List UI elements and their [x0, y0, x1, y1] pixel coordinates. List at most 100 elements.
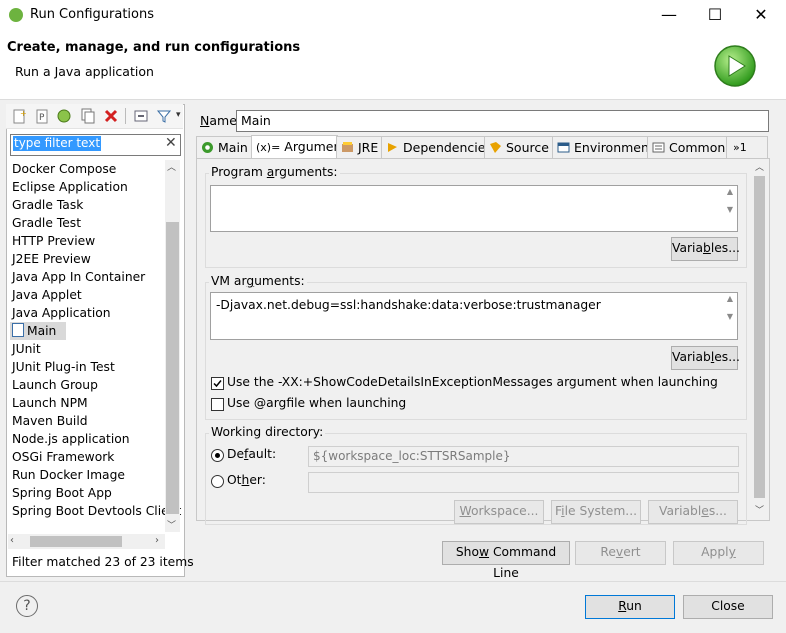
wd-variables-button[interactable]: Variables... [648, 500, 738, 524]
collapse-all-icon[interactable] [133, 108, 149, 124]
wd-other-label[interactable]: Other: [227, 473, 266, 487]
list-item[interactable]: Launch NPM [12, 394, 88, 412]
list-item[interactable]: J2EE Preview [12, 250, 91, 268]
run-icon [713, 44, 757, 88]
view-menu-chevron-icon[interactable]: ▾ [176, 110, 181, 120]
list-item[interactable]: Spring Boot App [12, 484, 112, 502]
list-item[interactable]: JUnit [12, 340, 41, 358]
tab-jre[interactable]: JRE [336, 136, 383, 159]
showcode-checkbox[interactable] [211, 377, 224, 390]
list-item[interactable]: Gradle Test [12, 214, 81, 232]
svg-text:P: P [39, 113, 45, 123]
window-title: Run Configurations [30, 7, 154, 22]
close-window-button[interactable]: ✕ [738, 0, 784, 31]
list-item[interactable]: JUnit Plug-in Test [12, 358, 115, 376]
tab-dependencies[interactable]: Dependencies [381, 136, 492, 159]
list-item[interactable]: Eclipse Application [12, 178, 128, 196]
export-icon[interactable] [56, 108, 72, 124]
program-arguments-input[interactable]: ▲ ▼ [210, 185, 738, 232]
list-item[interactable]: Java Applet [12, 286, 82, 304]
common-tab-icon [652, 139, 665, 153]
filter-status: Filter matched 23 of 23 items [12, 555, 194, 569]
svg-text:+: + [20, 109, 27, 118]
wd-default-label[interactable]: Default: [227, 447, 276, 461]
list-item[interactable]: Gradle Task [12, 196, 83, 214]
clear-filter-icon[interactable]: ✕ [165, 135, 177, 151]
vm-arguments-label: VM arguments: [209, 274, 307, 288]
tab-arguments[interactable]: (x)= Arguments [251, 135, 353, 160]
maximize-button[interactable]: ☐ [692, 0, 738, 31]
tab-source-label: Source [506, 140, 549, 155]
list-item[interactable]: Maven Build [12, 412, 88, 430]
minimize-button[interactable]: — [646, 0, 692, 31]
list-item[interactable]: Java App In Container [12, 268, 145, 286]
list-item[interactable]: Main [10, 322, 66, 340]
filter-input-text[interactable]: type filter text [13, 136, 102, 151]
toolbar-separator [125, 108, 126, 124]
list-item[interactable]: OSGi Framework [12, 448, 114, 466]
show-command-line-button[interactable]: Show Command Line [442, 541, 570, 580]
tab-main[interactable]: Main [196, 136, 253, 159]
close-button[interactable]: Close [683, 595, 773, 619]
left-hscroll-thumb[interactable] [30, 536, 122, 547]
program-variables-button[interactable]: Variables... [671, 237, 740, 261]
list-item-label: Main [27, 324, 57, 338]
content-scroll-down-icon[interactable]: ﹀ [755, 503, 764, 516]
vm-arguments-value[interactable]: -Djavax.net.debug=ssl:handshake:data:ver… [216, 298, 601, 312]
wd-filesystem-button[interactable]: File System... [551, 500, 641, 524]
source-tab-icon [489, 139, 502, 153]
dependencies-tab-icon [386, 139, 399, 152]
scroll-right-icon[interactable]: › [155, 535, 159, 546]
tab-overflow[interactable]: »1 [726, 136, 768, 158]
vm-variables-button[interactable]: Variables... [671, 346, 740, 370]
new-prototype-icon[interactable]: P [34, 108, 50, 124]
list-item[interactable]: Docker Compose [12, 160, 116, 178]
tab-common[interactable]: Common [647, 136, 728, 159]
list-item[interactable]: Run Docker Image [12, 466, 125, 484]
duplicate-icon[interactable] [80, 108, 96, 124]
list-item[interactable]: Node.js application [12, 430, 130, 448]
new-config-icon[interactable]: + [11, 108, 27, 124]
list-item[interactable]: Launch Group [12, 376, 98, 394]
list-item[interactable]: Spring Boot Devtools Client [12, 502, 181, 520]
wd-default-field: ${workspace_loc:STTSRSample} [308, 446, 739, 467]
program-arguments-label: Program arguments: [209, 165, 340, 179]
jre-tab-icon [341, 139, 354, 152]
left-scroll-thumb[interactable] [166, 222, 179, 514]
arguments-panel: Program arguments: ▲ ▼ Variables... VM ar… [196, 158, 770, 525]
run-button[interactable]: Run [585, 595, 675, 619]
argfile-label[interactable]: Use @argfile when launching [227, 396, 406, 410]
tab-overflow-label: »1 [733, 141, 747, 154]
delete-icon[interactable] [103, 108, 119, 124]
program-args-scroll-icon[interactable]: ▲ ▼ [724, 187, 736, 214]
vm-arguments-input[interactable]: -Djavax.net.debug=ssl:handshake:data:ver… [210, 292, 738, 340]
content-scroll-thumb[interactable] [754, 176, 765, 498]
name-input[interactable] [236, 110, 769, 132]
help-icon[interactable]: ? [16, 595, 38, 617]
arguments-tab-icon: (x)= [256, 141, 281, 154]
wd-default-radio[interactable] [211, 449, 224, 462]
wd-other-radio[interactable] [211, 475, 224, 488]
name-input-value[interactable]: Main [241, 113, 271, 128]
scroll-up-icon[interactable]: ︿ [167, 160, 176, 173]
content-scroll-up-icon[interactable]: ︿ [755, 160, 764, 173]
showcode-label[interactable]: Use the -XX:+ShowCodeDetailsInExceptionM… [227, 375, 718, 389]
tab-environment[interactable]: Environment [552, 136, 654, 159]
scroll-left-icon[interactable]: ‹ [10, 535, 14, 546]
working-directory-label: Working directory: [209, 425, 326, 439]
list-item[interactable]: Java Application [12, 304, 111, 322]
tab-common-label: Common [669, 140, 726, 155]
tab-strip: Main (x)= Arguments JRE Dependencies Sou… [196, 135, 768, 160]
tab-main-label: Main [218, 140, 248, 155]
wd-workspace-button[interactable]: Workspace... [454, 500, 544, 524]
list-item[interactable]: HTTP Preview [12, 232, 95, 250]
tab-environment-label: Environment [574, 140, 654, 155]
revert-button[interactable]: Revert [575, 541, 666, 565]
argfile-checkbox[interactable] [211, 398, 224, 411]
filter-icon[interactable] [156, 108, 172, 124]
header-title: Create, manage, and run configurations [7, 40, 301, 55]
vm-args-scroll-icon[interactable]: ▲ ▼ [724, 294, 736, 321]
tab-source[interactable]: Source [484, 136, 554, 159]
apply-button[interactable]: Apply [673, 541, 764, 565]
scroll-down-icon[interactable]: ﹀ [167, 518, 176, 531]
